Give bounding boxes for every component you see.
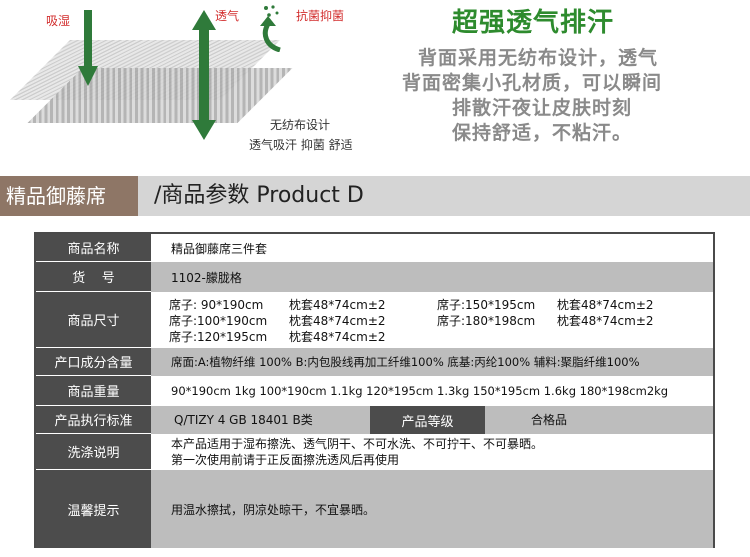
pillow-size: 枕套48*74cm±2	[289, 314, 386, 328]
tip-value: 用温水擦拭，阴凉处晾干，不宜暴晒。	[171, 502, 376, 517]
product-name-value: 精品御藤席三件套	[171, 241, 268, 256]
table-row: 商品名称 精品御藤席三件套	[36, 234, 713, 262]
mat-size: 席子:150*195cm	[437, 298, 536, 312]
hero-description-line: 背面密集小孔材质，可以瞬间	[402, 72, 663, 94]
table-row: 洗涤说明 本产品适用于湿布擦洗、透气阴干、不可水洗、不可拧干、不可暴晒。 第一次…	[36, 434, 713, 470]
size-item: 席子:120*195cm 枕套48*74cm±2	[169, 328, 386, 345]
hero-title: 超强透气排汗	[452, 8, 615, 38]
composition-value: 席面:A:植物纤维 100% B:内包股线再加工纤维100% 底基:丙纶100%…	[171, 355, 640, 369]
table-row: 货 号 1102-朦胧格	[36, 262, 713, 292]
row-header: 商品名称	[36, 234, 151, 262]
size-item: 席子: 90*190cm 枕套48*74cm±2	[169, 296, 386, 313]
table-row: 产品执行标准 Q/TIZY 4 GB 18401 B类 产品等级 合格品	[36, 406, 713, 434]
row-header: 商品重量	[36, 376, 151, 406]
wash-line: 第一次使用前请于正反面擦洗透风后再使用	[171, 453, 400, 467]
label-nonwoven: 无纺布设计	[270, 118, 331, 132]
row-header: 洗涤说明	[36, 434, 151, 470]
table-row: 商品重量 90*190cm 1kg 100*190cm 1.1kg 120*19…	[36, 376, 713, 406]
arrow-updown-icon	[192, 10, 216, 140]
table-row: 温馨提示 用温水擦拭，阴凉处晾干，不宜暴晒。	[36, 470, 713, 548]
wash-instructions: 本产品适用于湿布擦洗、透气阴干、不可水洗、不可拧干、不可暴晒。 第一次使用前请于…	[171, 436, 543, 468]
row-header: 产口成分含量	[36, 348, 151, 376]
size-item: 席子:180*198cm 枕套48*74cm±2	[437, 312, 654, 329]
hero-illustration: 吸湿 透气 抗菌抑菌 无纺布设计 透气吸汗 抑菌 舒适 超强透气排汗 背面采用无…	[0, 0, 750, 170]
pillow-size: 枕套48*74cm±2	[289, 330, 386, 344]
mat-size: 席子:180*198cm	[437, 314, 536, 328]
pillow-size: 枕套48*74cm±2	[557, 314, 654, 328]
spec-table: 商品名称 精品御藤席三件套 货 号 1102-朦胧格 商品尺寸 席子: 90*1…	[34, 232, 715, 548]
mat-size: 席子: 90*190cm	[169, 298, 264, 312]
hero-description-line: 背面采用无纺布设计，透气	[418, 47, 659, 69]
row-header: 温馨提示	[36, 470, 151, 548]
section-title: /商品参数 Product D	[154, 183, 364, 208]
brand-title: 精品御藤席	[0, 176, 138, 216]
row-header: 货 号	[36, 262, 151, 292]
pillow-size: 枕套48*74cm±2	[557, 298, 654, 312]
row-header: 产品执行标准	[36, 406, 151, 434]
size-item: 席子:150*195cm 枕套48*74cm±2	[437, 296, 654, 313]
label-absorb: 吸湿	[46, 14, 71, 28]
row-header: 商品尺寸	[36, 292, 151, 348]
arrow-down-icon	[78, 10, 98, 86]
product-code-value: 1102-朦胧格	[171, 270, 242, 285]
mat-size: 席子:120*195cm	[169, 330, 268, 344]
hero-description-line: 保持舒适，不粘汗。	[452, 122, 633, 144]
label-features: 透气吸汗 抑菌 舒适	[249, 138, 353, 152]
section-banner: 精品御藤席 /商品参数 Product D	[0, 176, 750, 216]
label-antibacterial: 抗菌抑菌	[296, 9, 345, 23]
weight-value: 90*190cm 1kg 100*190cm 1.1kg 120*195cm 1…	[171, 384, 669, 398]
label-breathable: 透气	[215, 9, 240, 23]
size-item: 席子:100*190cm 枕套48*74cm±2	[169, 312, 386, 329]
grade-value: 合格品	[531, 413, 568, 427]
bacteria-dots-icon	[264, 5, 279, 17]
table-row: 商品尺寸 席子: 90*190cm 枕套48*74cm±2 席子:150*195c…	[36, 292, 713, 348]
pillow-size: 枕套48*74cm±2	[289, 298, 386, 312]
table-row: 产口成分含量 席面:A:植物纤维 100% B:内包股线再加工纤维100% 底基…	[36, 348, 713, 376]
standard-value: Q/TIZY 4 GB 18401 B类	[174, 413, 313, 427]
hero-description-line: 排散汗夜让皮肤时刻	[452, 97, 633, 119]
wash-line: 本产品适用于湿布擦洗、透气阴干、不可水洗、不可拧干、不可暴晒。	[171, 437, 544, 451]
grade-header: 产品等级	[370, 406, 485, 434]
mat-size: 席子:100*190cm	[169, 314, 268, 328]
arrow-curl-up-icon	[260, 16, 281, 52]
